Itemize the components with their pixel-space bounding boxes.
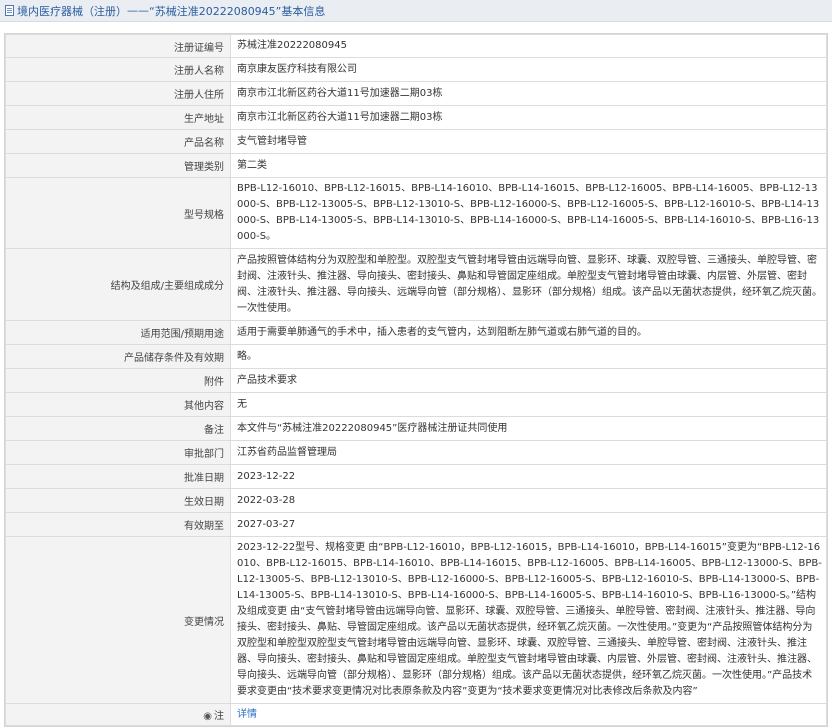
field-label: 适用范围/预期用途 bbox=[5, 320, 231, 345]
table-row: 管理类别 第二类 bbox=[5, 153, 827, 178]
table-row: ◉ 注 详情 bbox=[5, 703, 827, 726]
pin-icon: ◉ bbox=[203, 711, 212, 722]
table-row: 变更情况 2023-12-22型号、规格变更 由“BPB-L12-16010，B… bbox=[5, 536, 827, 704]
table-row: 型号规格 BPB-L12-16010、BPB-L12-16015、BPB-L14… bbox=[5, 177, 827, 249]
field-label: 审批部门 bbox=[5, 440, 231, 465]
field-label: 备注 bbox=[5, 416, 231, 441]
field-value: BPB-L12-16010、BPB-L12-16015、BPB-L14-1601… bbox=[230, 177, 827, 249]
document-icon bbox=[5, 5, 14, 16]
field-value: 苏械注准20222080945 bbox=[230, 34, 827, 58]
field-label: 管理类别 bbox=[5, 153, 231, 178]
field-label: 批准日期 bbox=[5, 464, 231, 489]
table-row: 产品名称 支气管封堵导管 bbox=[5, 129, 827, 154]
table-row: 附件 产品技术要求 bbox=[5, 368, 827, 393]
table-row: 产品储存条件及有效期 略。 bbox=[5, 344, 827, 369]
field-label: 产品名称 bbox=[5, 129, 231, 154]
table-row: 审批部门 江苏省药品监督管理局 bbox=[5, 440, 827, 465]
field-value: 第二类 bbox=[230, 153, 827, 178]
field-label: 产品储存条件及有效期 bbox=[5, 344, 231, 369]
table-row: 备注 本文件与“苏械注准20222080945”医疗器械注册证共同使用 bbox=[5, 416, 827, 441]
table-row: 注册证编号 苏械注准20222080945 bbox=[5, 34, 827, 58]
table-row: 其他内容 无 bbox=[5, 392, 827, 417]
field-label: 其他内容 bbox=[5, 392, 231, 417]
field-value: 2027-03-27 bbox=[230, 512, 827, 537]
note-value: 详情 bbox=[230, 703, 827, 726]
table-row: 批准日期 2023-12-22 bbox=[5, 464, 827, 489]
field-label: 结构及组成/主要组成成分 bbox=[5, 248, 231, 321]
table-row: 适用范围/预期用途 适用于需要单肺通气的手术中，插入患者的支气管内，达到阻断左肺… bbox=[5, 320, 827, 345]
table-row: 注册人住所 南京市江北新区药谷大道11号加速器二期03栋 bbox=[5, 81, 827, 106]
field-value: 2023-12-22型号、规格变更 由“BPB-L12-16010，BPB-L1… bbox=[230, 536, 827, 704]
table-row: 生效日期 2022-03-28 bbox=[5, 488, 827, 513]
table-row: 生产地址 南京市江北新区药谷大道11号加速器二期03栋 bbox=[5, 105, 827, 130]
field-value: 产品按照管体结构分为双腔型和单腔型。双腔型支气管封堵导管由远端导向管、显影环、球… bbox=[230, 248, 827, 321]
field-value: 产品技术要求 bbox=[230, 368, 827, 393]
field-label: 生产地址 bbox=[5, 105, 231, 130]
table-row: 有效期至 2027-03-27 bbox=[5, 512, 827, 537]
field-label: 注册证编号 bbox=[5, 34, 231, 58]
note-label-cell: ◉ 注 bbox=[5, 703, 231, 726]
field-value: 南京康友医疗科技有限公司 bbox=[230, 57, 827, 82]
table-row: 注册人名称 南京康友医疗科技有限公司 bbox=[5, 57, 827, 82]
field-label: 附件 bbox=[5, 368, 231, 393]
breadcrumb-root[interactable]: 境内医疗器械（注册） bbox=[17, 3, 127, 19]
field-value: 2023-12-22 bbox=[230, 464, 827, 489]
field-value: 南京市江北新区药谷大道11号加速器二期03栋 bbox=[230, 105, 827, 130]
info-table: 注册证编号 苏械注准20222080945 注册人名称 南京康友医疗科技有限公司… bbox=[5, 34, 827, 726]
field-value: 无 bbox=[230, 392, 827, 417]
field-value: 南京市江北新区药谷大道11号加速器二期03栋 bbox=[230, 81, 827, 106]
breadcrumb: 境内医疗器械（注册） —— “苏械注准20222080945”基本信息 bbox=[0, 0, 832, 22]
field-label: 型号规格 bbox=[5, 177, 231, 249]
field-value: 适用于需要单肺通气的手术中，插入患者的支气管内，达到阻断左肺气道或右肺气道的目的… bbox=[230, 320, 827, 345]
table-row: 结构及组成/主要组成成分 产品按照管体结构分为双腔型和单腔型。双腔型支气管封堵导… bbox=[5, 248, 827, 321]
field-label: 变更情况 bbox=[5, 536, 231, 704]
field-label: 有效期至 bbox=[5, 512, 231, 537]
breadcrumb-separator: —— bbox=[127, 4, 149, 17]
breadcrumb-current: “苏械注准20222080945”基本信息 bbox=[149, 4, 326, 18]
field-value: 本文件与“苏械注准20222080945”医疗器械注册证共同使用 bbox=[230, 416, 827, 441]
field-value: 2022-03-28 bbox=[230, 488, 827, 513]
field-label: 注册人住所 bbox=[5, 81, 231, 106]
field-value: 江苏省药品监督管理局 bbox=[230, 440, 827, 465]
field-value: 支气管封堵导管 bbox=[230, 129, 827, 154]
field-label: 生效日期 bbox=[5, 488, 231, 513]
note-label: 注 bbox=[214, 711, 224, 722]
detail-card: 注册证编号 苏械注准20222080945 注册人名称 南京康友医疗科技有限公司… bbox=[4, 33, 828, 727]
field-value: 略。 bbox=[230, 344, 827, 369]
details-link[interactable]: 详情 bbox=[237, 709, 257, 720]
field-label: 注册人名称 bbox=[5, 57, 231, 82]
